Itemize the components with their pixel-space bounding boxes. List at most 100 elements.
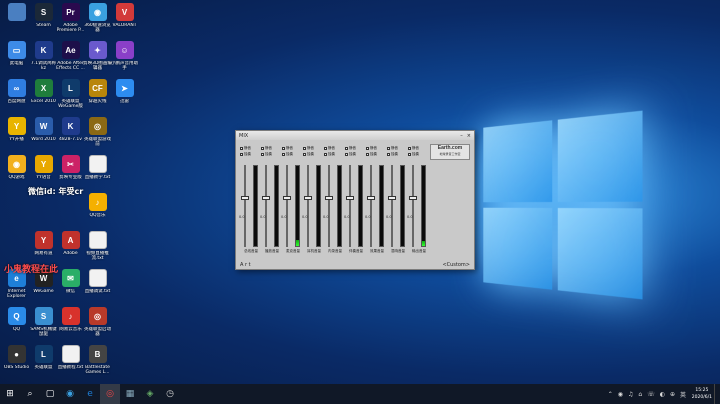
minimize-button[interactable]: – [460, 133, 463, 139]
solo-checkbox[interactable]: 独奏 [345, 152, 356, 157]
desktop-icon[interactable]: 直播教程.txt [56, 345, 85, 384]
desktop-icon[interactable]: CF 穿越火线 [83, 79, 112, 119]
solo-checkbox[interactable]: 独奏 [324, 152, 335, 157]
task-view-button[interactable]: ▢ [40, 384, 60, 404]
solo-checkbox[interactable]: 独奏 [408, 152, 419, 157]
desktop-icon[interactable]: e Internet Explorer [2, 269, 31, 309]
mute-checkbox[interactable]: 静音 [282, 146, 293, 151]
mute-checkbox[interactable]: 静音 [303, 146, 314, 151]
solo-checkbox[interactable]: 独奏 [282, 152, 293, 157]
show-desktop-button[interactable] [714, 384, 720, 404]
volume-fader[interactable] [388, 196, 396, 201]
desktop-icon[interactable]: Ae Adobe After Effects CC ... [56, 41, 85, 81]
checkbox-box [303, 147, 306, 150]
volume-fader[interactable] [283, 196, 291, 201]
desktop-icon[interactable]: B Battlestate Games L... [83, 345, 112, 384]
desktop-icon[interactable]: ◉ QQ游戏 [2, 155, 31, 195]
desktop-icon-label: 7.1调试简称kz [30, 61, 57, 71]
app-icon: ▭ [7, 41, 26, 59]
start-button[interactable]: ⊞ [0, 384, 20, 404]
tray-icon[interactable]: ◐ [660, 391, 665, 398]
volume-fader[interactable] [304, 196, 312, 201]
desktop-icon-label: YY语音 [36, 175, 51, 180]
desktop-icon[interactable]: A Adobe [56, 231, 85, 271]
clock[interactable]: 15:25 2020/6/1 [692, 387, 712, 401]
volume-fader[interactable] [241, 196, 249, 201]
tray-icon[interactable]: ⊕ [670, 391, 675, 398]
volume-fader[interactable] [346, 196, 354, 201]
desktop-icon[interactable]: S Steam [29, 3, 58, 43]
tray-icon[interactable]: 英 [680, 390, 686, 399]
mute-checkbox[interactable]: 静音 [261, 146, 272, 151]
desktop-icon[interactable]: W WeGame [29, 269, 58, 309]
taskbar-app-button[interactable]: ◎ [100, 384, 120, 404]
solo-checkbox[interactable]: 独奏 [366, 152, 377, 157]
checkbox-box [366, 147, 369, 150]
desktop-icon[interactable]: ➤ 迅雷 [110, 79, 139, 119]
desktop-icon[interactable]: ✉ 微信 [56, 269, 85, 309]
desktop-icon[interactable]: ☺ 小鹏声音用助手 [110, 41, 139, 81]
desktop-icon[interactable]: ✦ 剪映3D图画编辑器 [83, 41, 112, 81]
db-readout: 0.0 [386, 215, 392, 219]
desktop-icon[interactable]: ◉ 360极速浏览器 [83, 3, 112, 43]
level-meter [400, 165, 405, 247]
volume-fader[interactable] [325, 196, 333, 201]
desktop-icon[interactable]: X Excel 2010 [29, 79, 58, 119]
desktop-icon[interactable]: ◎ 英雄联盟启动器 [83, 307, 112, 347]
mute-checkbox[interactable]: 静音 [345, 146, 356, 151]
volume-fader[interactable] [262, 196, 270, 201]
mute-checkbox[interactable]: 静音 [387, 146, 398, 151]
desktop-icon[interactable]: ▭ 此电脑 [2, 41, 31, 81]
desktop-icon[interactable]: 直播教学.txt [83, 155, 112, 195]
tray-icon[interactable]: ◉ [618, 391, 623, 398]
desktop-icon[interactable]: Y YY开播 [2, 117, 31, 157]
level-meter [295, 165, 300, 247]
taskbar-app-button[interactable]: ◷ [160, 384, 180, 404]
volume-fader[interactable] [409, 196, 417, 201]
desktop-icon[interactable]: ∞ 百度网盘 [2, 79, 31, 119]
taskbar-app-button[interactable]: ▦ [120, 384, 140, 404]
mute-checkbox[interactable]: 静音 [366, 146, 377, 151]
mute-checkbox[interactable]: 静音 [324, 146, 335, 151]
desktop-icon-label: 直播教程.txt [57, 365, 84, 370]
solo-checkbox[interactable]: 独奏 [240, 152, 251, 157]
solo-checkbox[interactable]: 独奏 [387, 152, 398, 157]
tray-icon[interactable]: ⌂ [638, 391, 642, 398]
mixer-titlebar[interactable]: MIX – × [236, 131, 474, 140]
desktop-icon[interactable]: Q QQ [2, 307, 31, 347]
solo-checkbox[interactable]: 独奏 [261, 152, 272, 157]
tray-icon[interactable]: ☏ [647, 391, 655, 398]
tray-icon[interactable]: ⌃ [608, 391, 613, 398]
desktop-icon[interactable]: W Word 2010 [29, 117, 58, 157]
desktop-icon[interactable] [2, 3, 31, 43]
taskbar-app-button[interactable]: ◉ [60, 384, 80, 404]
desktop-icon[interactable]: K 4828-7.1v [56, 117, 85, 157]
desktop-icon-label: 网易有道 [34, 251, 53, 256]
desktop-icon[interactable]: 直播调试.txt [83, 269, 112, 309]
desktop-icon[interactable]: Pr Adobe Premiere P... [56, 3, 85, 43]
desktop-icon[interactable]: S SAMS机械键鼠驱 [29, 307, 58, 347]
mixer-logo: Earth.com 地球录音工作室 [430, 144, 470, 160]
desktop-icon[interactable]: V VALORANT [110, 3, 139, 43]
tray-icon[interactable]: ♫ [628, 391, 633, 398]
desktop-icon[interactable]: ♪ QQ音乐 [83, 193, 112, 233]
desktop-icon-label: QQ [12, 327, 21, 332]
desktop-icon[interactable]: ♪ 网易云音乐 [56, 307, 85, 347]
desktop-icon[interactable]: ● OBS Studio [2, 345, 31, 384]
mixer-window[interactable]: MIX – × Earth.com 地球录音工作室 静音 独奏 0.0 总线音量 静音独… [235, 130, 475, 270]
mute-checkbox[interactable]: 静音 [408, 146, 419, 151]
desktop-icon[interactable]: 视频直播推流.txt [83, 231, 112, 271]
desktop-icon[interactable]: ◎ 英雄联盟游戏前 [83, 117, 112, 157]
search-button[interactable]: ⌕ [20, 384, 40, 404]
volume-fader[interactable] [367, 196, 375, 201]
taskbar-app-button[interactable]: e [80, 384, 100, 404]
desktop-icon[interactable]: L 英雄联盟 [29, 345, 58, 384]
solo-checkbox[interactable]: 独奏 [303, 152, 314, 157]
app-icon: Y [34, 155, 53, 173]
close-button[interactable]: × [467, 133, 471, 139]
taskbar-app-button[interactable]: ◈ [140, 384, 160, 404]
preset-selector[interactable]: <Custom> [442, 262, 470, 268]
desktop-icon[interactable]: L 英雄联盟WeGame版 [56, 79, 85, 119]
mute-checkbox[interactable]: 静音 [240, 146, 251, 151]
desktop-icon[interactable]: K 7.1调试简称kz [29, 41, 58, 81]
